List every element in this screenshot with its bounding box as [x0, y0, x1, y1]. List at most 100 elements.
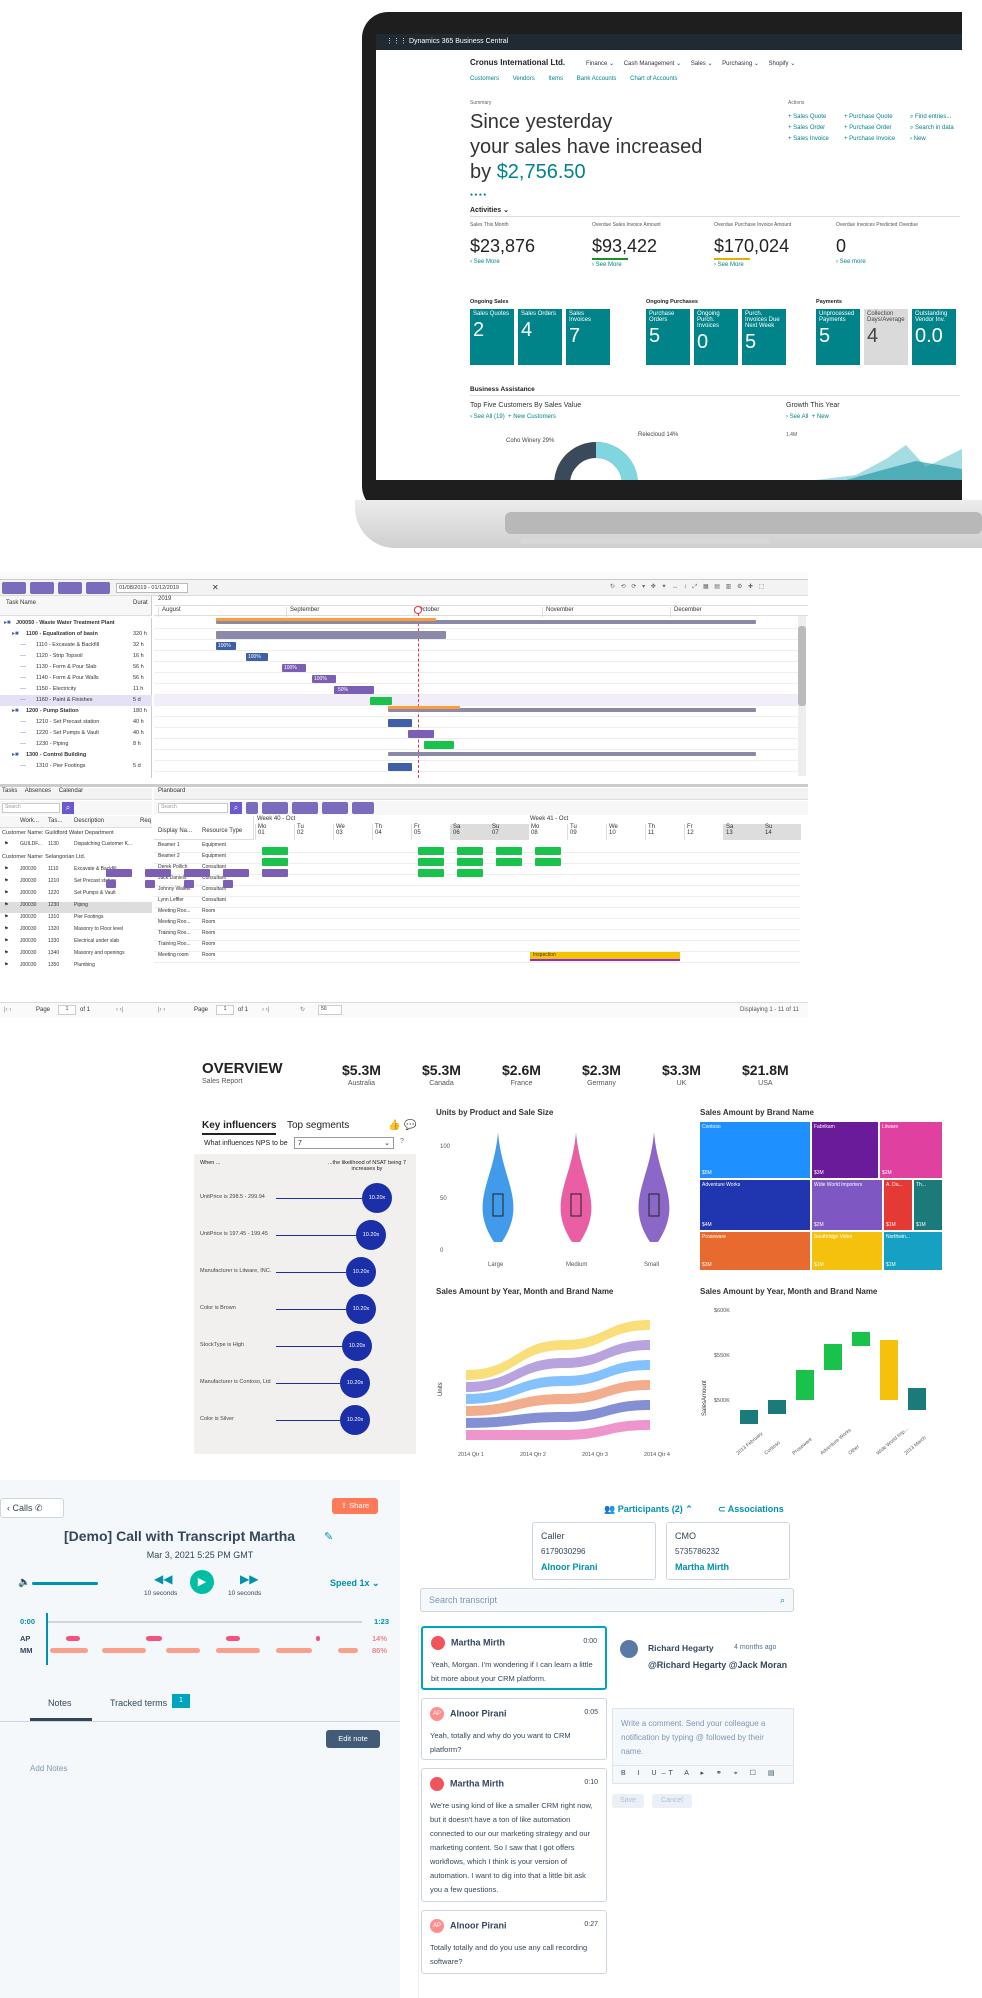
customer-group-header[interactable]: Customer Name: Selangorian Ltd.	[2, 854, 85, 860]
treemap-cell[interactable]: Litware $2M	[880, 1122, 942, 1178]
resource-row[interactable]: Training Roo... Room	[154, 930, 800, 941]
filter-icon[interactable]: ⚑	[4, 890, 8, 896]
influencer-bubble[interactable]: 10.20x	[340, 1405, 370, 1435]
table-row[interactable]: ⚑ J00030 1230 Piping	[0, 902, 152, 913]
transcript-entry[interactable]: Martha Mirth 0:00 Yeah, Morgan. I'm wonder…	[421, 1626, 607, 1690]
treemap-cell[interactable]: Wide World Importers $2M	[812, 1180, 882, 1230]
nps-value-select[interactable]: 7 ⌄	[294, 1137, 394, 1149]
comment-save-button[interactable]: Save	[612, 1794, 644, 1808]
speech-segment[interactable]	[216, 1648, 260, 1653]
col-resource-type[interactable]: Resource Type	[202, 828, 242, 834]
tab-planboard[interactable]: Planboard	[158, 788, 185, 794]
booking-block[interactable]	[223, 880, 233, 888]
table-row[interactable]: ⚑ J00030 1340 Masonry and openings	[0, 950, 152, 961]
speech-segment[interactable]	[166, 1648, 200, 1653]
kpi-tile[interactable]: Purch. Invoices Due Next Week 5	[742, 309, 786, 365]
treemap-cell[interactable]: Southridge Video $1M	[812, 1232, 882, 1270]
planboard-link-button[interactable]	[292, 802, 318, 814]
col-task[interactable]: Tas...	[48, 818, 62, 824]
see-all-link[interactable]: › See All (19)	[470, 414, 505, 420]
planboard-menu-button[interactable]	[352, 802, 374, 814]
gantt-task-bar[interactable]	[216, 631, 446, 639]
transcript-time[interactable]: 0:27	[584, 1921, 598, 1928]
tab-absences[interactable]: Absences	[25, 788, 51, 794]
forward-icon[interactable]: ▶▶	[240, 1572, 258, 1586]
influencer-label[interactable]: UnitPrice is 298.5 - 299.94	[200, 1194, 280, 1200]
treemap-cell[interactable]: A. Da... $1M	[884, 1180, 912, 1230]
resource-row[interactable]: Meeting Roo... Room	[154, 919, 800, 930]
resource-row[interactable]: Training Roo... Room	[154, 941, 800, 952]
treemap-cell[interactable]: Contoso $5M	[700, 1122, 810, 1178]
booking-block[interactable]	[184, 869, 210, 877]
waterfall-bar[interactable]	[824, 1344, 842, 1370]
page-size-select[interactable]: 50	[318, 1005, 342, 1015]
influencer-label[interactable]: Color is Silver	[200, 1416, 280, 1422]
volume-slider[interactable]	[32, 1582, 98, 1585]
volume-icon[interactable]: 🔈	[18, 1577, 30, 1588]
violin-shape[interactable]	[560, 1132, 592, 1242]
task-row[interactable]: — 1140 - Form & Pour Walls 56 h	[0, 673, 152, 684]
toolbar-add-button[interactable]	[2, 582, 26, 594]
task-row[interactable]: — 1110 - Excavate & Backfill 32 h	[0, 640, 152, 651]
booking-block[interactable]	[262, 869, 288, 877]
gantt-toolbar-icons[interactable]: ↻ ⟲ ⟳ ▾ ✥ ✦ ↔ ↕ ⤢ ▦ ▤ ▥ ⚙ ✚ ⬚	[610, 583, 766, 591]
col-description[interactable]: Description	[74, 818, 104, 824]
pager2-page-input[interactable]: 1	[216, 1005, 234, 1015]
task-row[interactable]: ▸■ 1300 - Control Building	[0, 750, 152, 761]
col-req[interactable]: Req	[140, 818, 151, 824]
task-row[interactable]: — 1220 - Set Pumps & Vault 40 h	[0, 728, 152, 739]
treemap-cell[interactable]: Fabrikam $3M	[812, 1122, 878, 1178]
table-row[interactable]: ⚑ J00030 1350 Plumbing	[0, 962, 152, 973]
speech-segment[interactable]	[66, 1636, 80, 1641]
task-row[interactable]: ▸■ J00050 - Waste Water Treatment Plant	[0, 618, 152, 629]
filter-icon[interactable]: ⚑	[4, 878, 8, 884]
search-icon[interactable]: ⌕	[62, 802, 74, 814]
booking-block[interactable]	[496, 847, 522, 855]
kpi-tile[interactable]: Outstanding Vendor Inv. 0.0	[912, 309, 956, 365]
add-notes-link[interactable]: Add Notes	[30, 1764, 67, 1773]
kpi-tile[interactable]: Unprocessed Payments 5	[816, 309, 860, 365]
speaker-mm-track[interactable]	[46, 1648, 362, 1654]
transcript-entry[interactable]: Martha Mirth 0:10 We're using kind of like…	[421, 1768, 607, 1902]
tab-tasks[interactable]: Tasks	[2, 788, 17, 794]
filter-icon[interactable]: ⚑	[4, 938, 8, 944]
influencer-bubble[interactable]: 10.20x	[346, 1294, 376, 1324]
treemap-cell[interactable]: Adventure Works $4M	[700, 1180, 810, 1230]
filter-icon[interactable]: ⚑	[4, 866, 8, 872]
treemap-cell[interactable]: Th... $1M	[914, 1180, 942, 1230]
influencer-bubble[interactable]: 10.20x	[342, 1331, 372, 1361]
resource-row[interactable]: Johnny Walker Consultant	[154, 886, 800, 897]
inspection-booking[interactable]: Inspection	[530, 952, 680, 961]
tab-top-segments[interactable]: Top segments	[287, 1120, 349, 1131]
table-row[interactable]: ⚑ GUILDF... 1130 Dispatching Customer K...	[0, 841, 152, 852]
booking-block[interactable]	[145, 880, 155, 888]
participants-toggle[interactable]: 👥 Participants (2) ⌃	[604, 1504, 693, 1515]
booking-block[interactable]	[535, 847, 561, 855]
booking-block[interactable]	[106, 869, 132, 877]
help-icon[interactable]: ?	[400, 1138, 404, 1145]
booking-block[interactable]	[262, 847, 288, 855]
speech-segment[interactable]	[276, 1648, 312, 1653]
task-row[interactable]: — 1130 - Form & Pour Slab 56 h	[0, 662, 152, 673]
growth-see-all-link[interactable]: › See All	[786, 414, 808, 420]
waterfall-bar[interactable]	[768, 1400, 786, 1414]
filter-icon[interactable]: ⚑	[4, 914, 8, 920]
filter-icon[interactable]: ⚑	[4, 902, 8, 908]
treemap-cell[interactable]: Northwin... $1M	[884, 1232, 942, 1270]
pager-prev-icons[interactable]: |‹ ‹	[4, 1007, 11, 1013]
task-row[interactable]: ▸■ 1200 - Pump Station 180 h	[0, 706, 152, 717]
waterfall-bar[interactable]	[796, 1370, 814, 1400]
thumbs-up-icon[interactable]: 👍	[388, 1120, 400, 1131]
pager2-prev-icons[interactable]: |‹ ‹	[158, 1007, 165, 1013]
refresh-icon[interactable]: ↻	[300, 1006, 305, 1013]
booking-block[interactable]	[457, 869, 483, 877]
pager-page-input[interactable]: 1	[58, 1005, 76, 1015]
timeline-track[interactable]	[46, 1621, 362, 1623]
booking-block[interactable]	[418, 858, 444, 866]
close-icon[interactable]: ✕	[212, 583, 219, 592]
booking-block[interactable]	[262, 858, 288, 866]
kpi-tile[interactable]: Sales Invoices 7	[566, 309, 610, 365]
waterfall-bar[interactable]	[880, 1340, 898, 1400]
kpi-tile[interactable]: Sales Orders 4	[518, 309, 562, 365]
speech-segment[interactable]	[316, 1636, 320, 1641]
